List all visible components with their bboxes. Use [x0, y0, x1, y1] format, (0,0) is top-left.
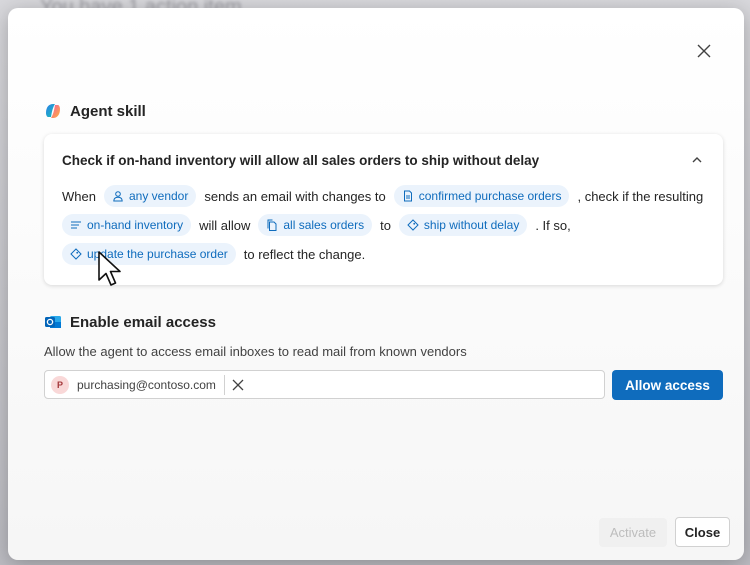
sentence-text: , check if the resulting: [577, 188, 704, 204]
chip-divider: [223, 374, 225, 395]
sentence-text: sends an email with changes to: [204, 188, 386, 204]
sentence-text: When: [62, 188, 96, 204]
chip-any-vendor[interactable]: any vendor: [103, 185, 197, 207]
email-input-field[interactable]: P purchasing@contoso.com: [44, 370, 605, 399]
chip-all-sales-orders[interactable]: all sales orders: [258, 214, 373, 236]
chip-label: all sales orders: [283, 218, 365, 232]
chip-label: on-hand inventory: [87, 218, 184, 232]
sentence-text: . If so,: [535, 217, 571, 233]
chip-ship-without-delay[interactable]: ship without delay: [398, 214, 528, 236]
list-icon: [71, 221, 81, 229]
email-address: purchasing@contoso.com: [77, 377, 216, 392]
chip-confirmed-purchase-orders[interactable]: confirmed purchase orders: [393, 185, 570, 207]
sentence-text: will allow: [199, 217, 251, 233]
chip-label: any vendor: [128, 189, 189, 203]
chip-on-hand-inventory[interactable]: on-hand inventory: [62, 214, 192, 236]
skill-card: Check if on-hand inventory will allow al…: [44, 134, 723, 285]
sentence-text: to reflect the change.: [243, 246, 366, 262]
activate-button: Activate: [599, 518, 667, 547]
chevron-up-icon[interactable]: [691, 155, 703, 165]
allow-access-button[interactable]: Allow access: [612, 370, 723, 400]
tag-icon: [407, 219, 419, 231]
mouse-pointer-icon: [98, 251, 121, 286]
skill-sentence-line-1: When any vendor sends an email with chan…: [62, 185, 711, 207]
email-chip: P purchasing@contoso.com: [51, 374, 245, 395]
person-icon: [113, 191, 123, 202]
email-access-title: Enable email access: [70, 313, 216, 331]
remove-email-icon[interactable]: [231, 378, 245, 392]
outlook-icon: [45, 316, 61, 328]
document-icon: [403, 190, 412, 202]
avatar: P: [51, 375, 69, 394]
agent-skill-title: Agent skill: [70, 102, 146, 120]
chip-update-purchase-order[interactable]: update the purchase order: [62, 243, 236, 265]
skill-question: Check if on-hand inventory will allow al…: [62, 153, 540, 168]
close-icon[interactable]: [695, 42, 713, 60]
agent-skill-header: Agent skill: [44, 102, 146, 120]
documents-icon: [267, 219, 277, 231]
chip-label: confirmed purchase orders: [418, 189, 562, 203]
chip-label: ship without delay: [423, 218, 520, 232]
close-button[interactable]: Close: [675, 517, 730, 547]
email-access-header: Enable email access: [44, 313, 216, 331]
tag-icon: [70, 248, 82, 260]
skill-sentence-line-2: on-hand inventory will allow all sales o…: [62, 214, 579, 236]
sentence-text: to: [380, 217, 391, 233]
email-access-description: Allow the agent to access email inboxes …: [44, 344, 467, 359]
copilot-logo-icon: [46, 104, 60, 118]
